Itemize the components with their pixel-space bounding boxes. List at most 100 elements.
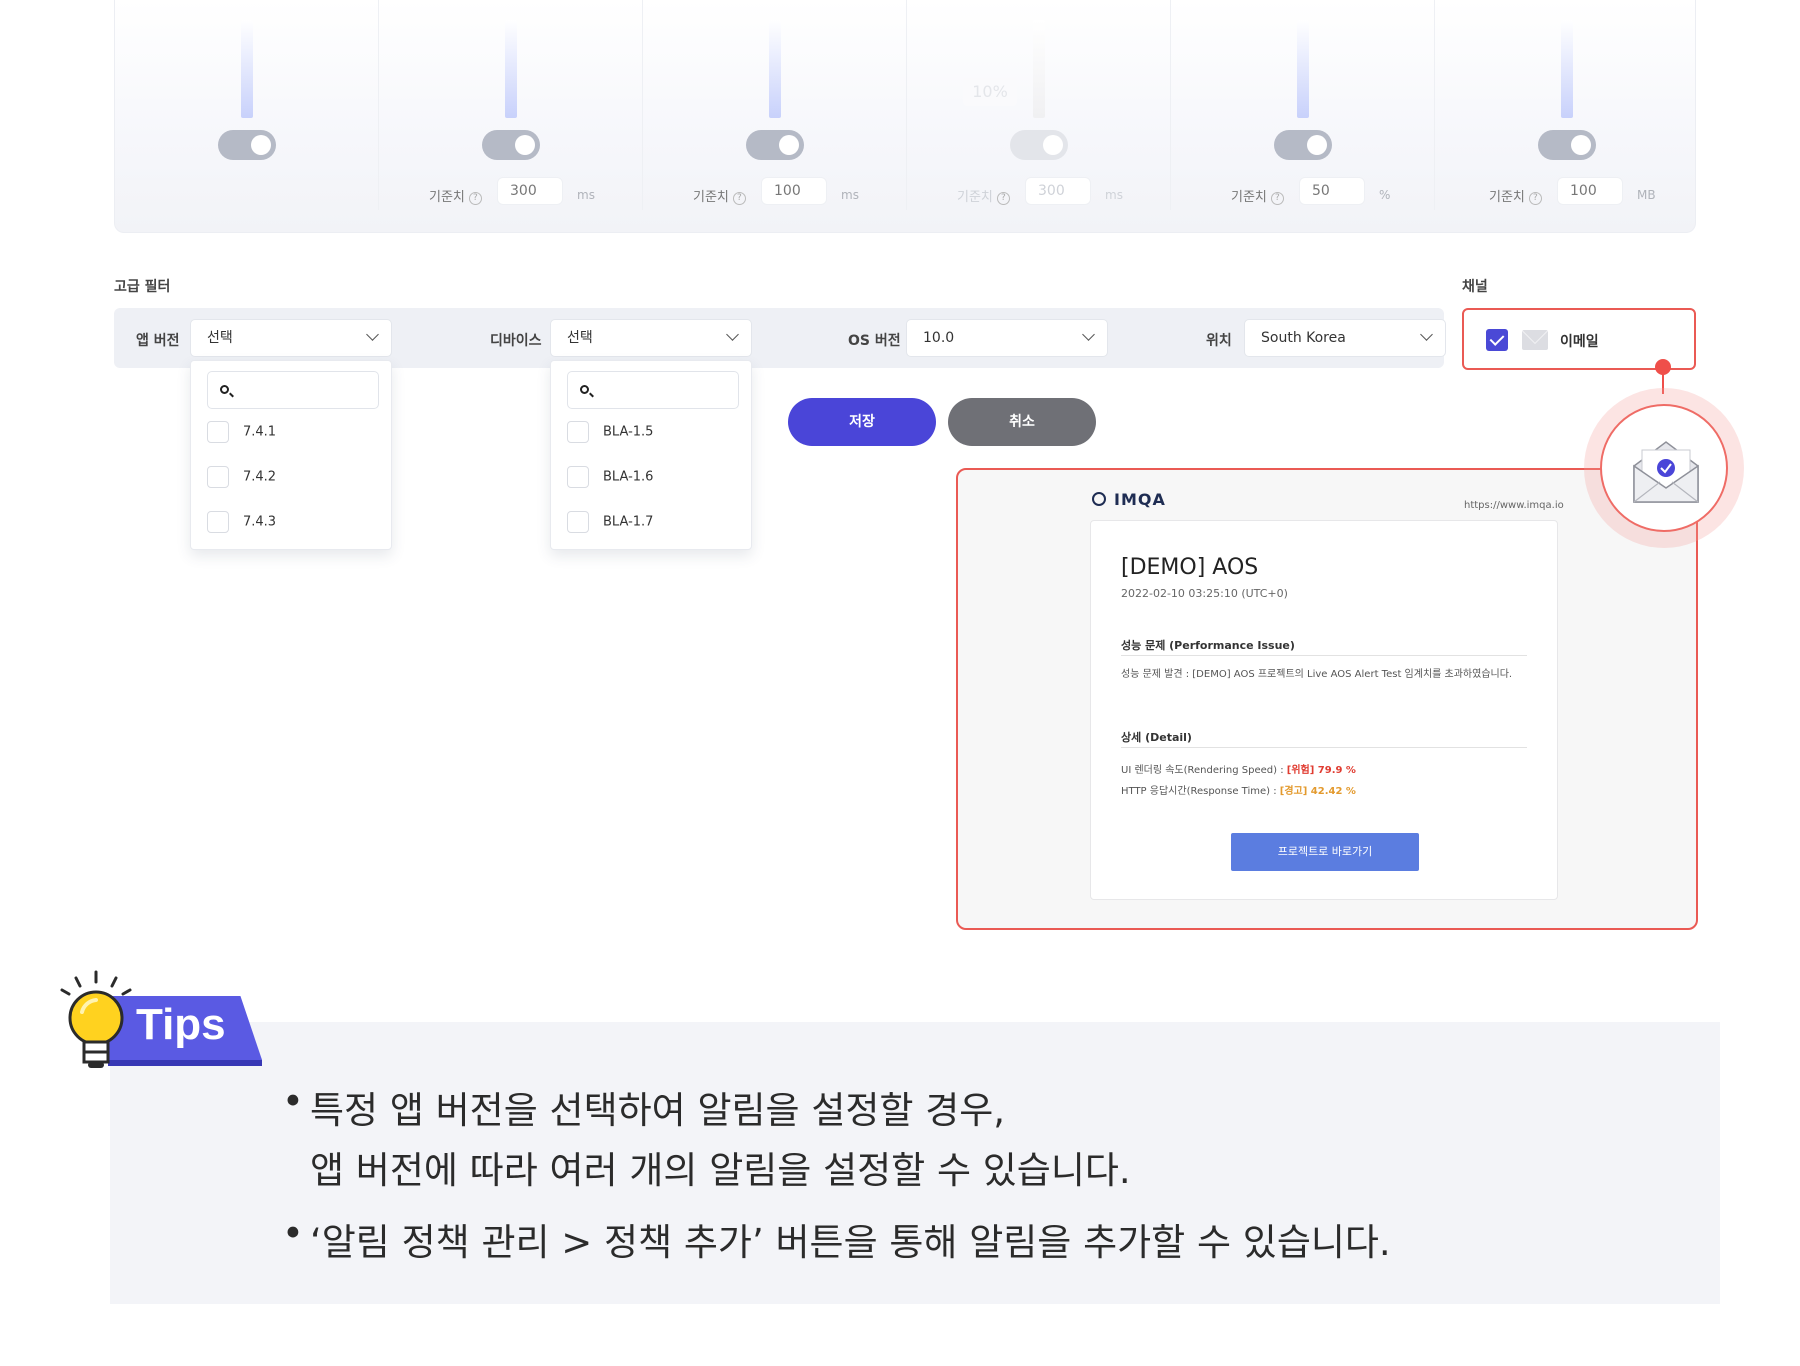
dropdown-option[interactable]: BLA-1.7	[567, 511, 653, 535]
option-checkbox[interactable]	[567, 421, 589, 443]
email-date: 2022-02-10 03:25:10 (UTC+0)	[1121, 587, 1288, 600]
location-label: 위치	[1206, 333, 1232, 349]
brand-logo-icon	[1092, 492, 1106, 506]
threshold-toggle[interactable]	[1010, 130, 1068, 160]
go-to-project-button[interactable]: 프로젝트로 바로가기	[1231, 833, 1419, 871]
help-icon[interactable]: ?	[996, 192, 1010, 205]
dropdown-option[interactable]: 7.4.1	[207, 421, 276, 445]
email-checkbox[interactable]	[1486, 329, 1508, 351]
app-version-search-input[interactable]	[207, 371, 379, 409]
threshold-panel: 10% 기준치? 300 ms 기준치? 100 ms 기준치? 300 ms …	[114, 0, 1696, 233]
app-version-select[interactable]: 선택	[190, 319, 392, 357]
lightbulb-icon	[54, 966, 144, 1076]
threshold-slider-track[interactable]	[241, 20, 253, 118]
threshold-column: 기준치? 300 ms	[379, 0, 643, 233]
threshold-input[interactable]: 300	[497, 177, 563, 205]
brand-url: https://www.imqa.io	[1464, 500, 1564, 511]
email-title: [DEMO] AOS	[1121, 555, 1259, 580]
threshold-slider-track[interactable]	[769, 20, 781, 118]
help-icon[interactable]: ?	[732, 192, 746, 205]
threshold-column: 기준치? 100 MB	[1435, 0, 1699, 233]
tip-text: ‘알림 정책 관리 > 정책 추가’ 버튼을 통해 알림을 추가할 수 있습니다…	[310, 1221, 1391, 1264]
email-notification-badge	[1584, 388, 1744, 548]
threshold-column: 기준치? 100 ms	[643, 0, 907, 233]
email-card: [DEMO] AOS 2022-02-10 03:25:10 (UTC+0) 성…	[1090, 520, 1558, 900]
search-icon	[220, 385, 229, 394]
option-checkbox[interactable]	[207, 466, 229, 488]
search-icon	[580, 385, 589, 394]
email-preview: IMQA https://www.imqa.io [DEMO] AOS 2022…	[956, 468, 1698, 930]
device-value: 선택	[567, 330, 593, 346]
section-divider	[1121, 747, 1527, 748]
option-checkbox[interactable]	[567, 511, 589, 533]
threshold-input[interactable]: 100	[761, 177, 827, 205]
threshold-toggle[interactable]	[1274, 130, 1332, 160]
dropdown-option[interactable]: 7.4.3	[207, 511, 276, 535]
option-checkbox[interactable]	[567, 466, 589, 488]
threshold-slider-track[interactable]	[1561, 20, 1573, 118]
threshold-slider-track[interactable]	[1297, 20, 1309, 118]
threshold-toggle[interactable]	[746, 130, 804, 160]
threshold-toggle[interactable]	[1538, 130, 1596, 160]
toggle-knob	[251, 135, 271, 155]
chevron-down-icon	[366, 328, 379, 341]
threshold-toggle[interactable]	[482, 130, 540, 160]
dropdown-option[interactable]: BLA-1.6	[567, 466, 653, 490]
save-button[interactable]: 저장	[788, 398, 936, 446]
help-icon[interactable]: ?	[1528, 192, 1542, 205]
issue-text: 성능 문제 발견 : [DEMO] AOS 프로젝트의 Live AOS Ale…	[1121, 669, 1513, 680]
brand-logo: IMQA	[1092, 490, 1166, 509]
chevron-down-icon	[1420, 328, 1433, 341]
mail-icon	[1522, 330, 1548, 350]
device-select[interactable]: 선택	[550, 319, 752, 357]
threshold-input[interactable]: 50	[1299, 177, 1365, 205]
toggle-knob	[1043, 135, 1063, 155]
threshold-toggle[interactable]	[218, 130, 276, 160]
threshold-unit: ms	[1105, 188, 1123, 202]
device-label: 디바이스	[490, 333, 542, 349]
toggle-knob	[515, 135, 535, 155]
threshold-slider-track[interactable]	[1033, 20, 1045, 118]
threshold-unit: %	[1379, 188, 1391, 202]
toggle-knob	[1571, 135, 1591, 155]
threshold-column: 기준치? 50 %	[1171, 0, 1435, 233]
threshold-input[interactable]: 100	[1557, 177, 1623, 205]
threshold-input[interactable]: 300	[1025, 177, 1091, 205]
threshold-unit: MB	[1637, 188, 1656, 202]
device-dropdown: BLA-1.5 BLA-1.6 BLA-1.7	[550, 360, 752, 550]
device-search-input[interactable]	[567, 371, 739, 409]
app-version-dropdown: 7.4.1 7.4.2 7.4.3	[190, 360, 392, 550]
tips-label: Tips	[136, 1000, 226, 1049]
toggle-knob	[779, 135, 799, 155]
threshold-slider-track[interactable]	[505, 20, 517, 118]
location-select[interactable]: South Korea	[1244, 319, 1446, 357]
dropdown-option[interactable]: BLA-1.5	[567, 421, 653, 445]
section-heading: 성능 문제 (Performance Issue)	[1121, 639, 1295, 652]
app-version-label: 앱 버전	[136, 333, 180, 349]
option-checkbox[interactable]	[207, 511, 229, 533]
detail-row: UI 렌더링 속도(Rendering Speed) : [위험] 79.9 %	[1121, 765, 1356, 776]
cancel-button[interactable]: 취소	[948, 398, 1096, 446]
option-checkbox[interactable]	[207, 421, 229, 443]
chevron-down-icon	[1082, 328, 1095, 341]
threshold-unit: ms	[841, 188, 859, 202]
channel-title: 채널	[1462, 279, 1488, 295]
envelope-icon	[1600, 404, 1728, 532]
channel-option-label: 이메일	[1560, 334, 1599, 350]
tip-bullet: •	[282, 1212, 304, 1255]
toggle-knob	[1307, 135, 1327, 155]
section-heading: 상세 (Detail)	[1121, 731, 1192, 744]
section-divider	[1121, 655, 1527, 656]
threshold-label: 기준치?	[693, 186, 746, 205]
advanced-filter-title: 고급 필터	[114, 279, 171, 295]
dropdown-option[interactable]: 7.4.2	[207, 466, 276, 490]
os-version-label: OS 버전	[848, 333, 901, 349]
os-version-value: 10.0	[923, 330, 955, 346]
help-icon[interactable]: ?	[1270, 192, 1284, 205]
app-version-value: 선택	[207, 330, 233, 346]
tip-text: 특정 앱 버전을 선택하여 알림을 설정할 경우,	[310, 1089, 1006, 1132]
help-icon[interactable]: ?	[468, 192, 482, 205]
threshold-label: 기준치?	[1231, 186, 1284, 205]
os-version-select[interactable]: 10.0	[906, 319, 1108, 357]
threshold-label: 기준치?	[429, 186, 482, 205]
